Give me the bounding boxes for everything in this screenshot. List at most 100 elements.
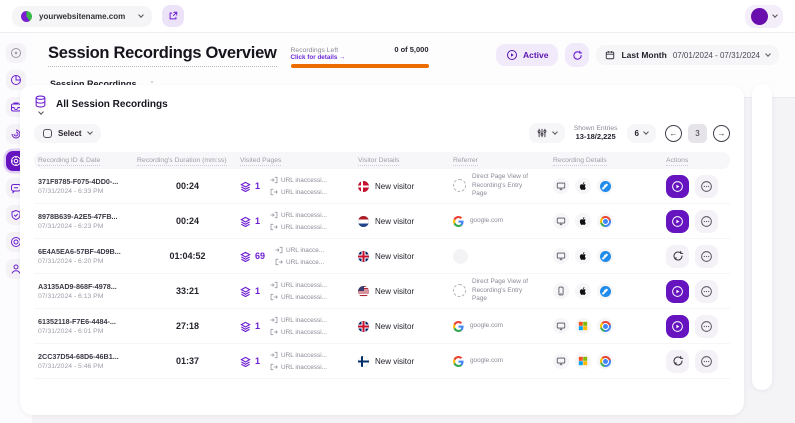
layers-icon (240, 356, 251, 367)
recording-details-cell (551, 283, 664, 299)
date-range-value: 07/01/2024 - 07/31/2024 (673, 51, 760, 60)
top-bar: yourwebsitename.com (0, 0, 795, 33)
more-actions-button[interactable] (695, 315, 718, 338)
recording-details-cell (551, 318, 664, 334)
actions-cell (664, 210, 728, 233)
play-icon (671, 320, 684, 333)
more-actions-button[interactable] (695, 245, 718, 268)
open-website-button[interactable] (162, 5, 184, 27)
device-badge (553, 178, 569, 194)
exit-page[interactable]: URL inaccessi... (270, 328, 327, 336)
entry-page-icon (270, 316, 278, 324)
recordings-left-label: Recordings Left (291, 47, 339, 54)
select-all-control[interactable]: Select (34, 124, 101, 143)
chevron-down-icon (765, 51, 771, 57)
page-header: Session Recordings Overview Recordings L… (32, 33, 795, 72)
calendar-icon (605, 50, 615, 60)
entry-page-icon (270, 211, 278, 219)
layers-icon (240, 251, 251, 262)
exit-page[interactable]: URL inaccessi... (270, 363, 327, 371)
exit-page[interactable]: URL inaccessi... (270, 293, 327, 301)
more-actions-button[interactable] (695, 350, 718, 373)
device-badge (553, 318, 569, 334)
recording-details-cell (551, 178, 664, 194)
chevron-down-icon (772, 12, 778, 18)
entry-page[interactable]: URL inaccessi... (270, 351, 327, 359)
sidebar-item-analytics[interactable] (6, 70, 26, 90)
layers-icon (240, 216, 251, 227)
shown-entries-value: 13-18/2,225 (574, 132, 618, 141)
device-badge (553, 283, 569, 299)
entry-page[interactable]: URL inaccessi... (270, 176, 327, 184)
play-recording-button[interactable] (666, 280, 689, 303)
duration: 01:04:52 (135, 251, 238, 261)
entry-page[interactable]: URL inaccessi... (270, 281, 327, 289)
duration: 01:37 (135, 356, 238, 366)
layers-icon (240, 286, 251, 297)
refresh-button[interactable] (565, 43, 589, 67)
windows-icon (578, 356, 588, 366)
ellipsis-icon (700, 320, 713, 333)
col-referrer: Referrer (453, 157, 478, 166)
website-favicon (21, 11, 32, 22)
entry-page[interactable]: URL inaccessi... (270, 211, 327, 219)
play-recording-button[interactable] (666, 315, 689, 338)
exit-page[interactable]: URL inaccessi... (270, 223, 327, 231)
more-actions-button[interactable] (695, 280, 718, 303)
select-checkbox[interactable] (43, 129, 52, 138)
pages-count: 1 (255, 181, 260, 191)
exit-page[interactable]: URL inacce... (275, 258, 324, 266)
entry-page[interactable]: URL inaccessi... (270, 316, 327, 324)
apple-icon (578, 286, 588, 296)
active-label: Active (523, 50, 549, 60)
browser-badge (597, 283, 613, 299)
entry-page[interactable]: URL inacce... (275, 246, 324, 254)
recording-date: 07/31/2024 - 6:13 PM (38, 293, 135, 300)
current-page[interactable]: 3 (688, 124, 707, 143)
referrer-text: google.com (470, 322, 528, 331)
ellipsis-icon (700, 355, 713, 368)
active-filter-button[interactable]: Active (496, 44, 559, 66)
apple-icon (578, 181, 588, 191)
col-recording-id: Recording ID & Date (38, 157, 100, 166)
exit-page[interactable]: URL inaccessi... (270, 188, 327, 196)
country-flag-icon (358, 181, 369, 192)
layers-icon (240, 321, 251, 332)
country-flag-icon (358, 251, 369, 262)
website-selector[interactable]: yourwebsitename.com (12, 6, 152, 27)
play-recording-button[interactable] (666, 245, 689, 268)
user-menu[interactable] (745, 5, 783, 28)
recordings-source-selector[interactable] (34, 95, 47, 114)
period-label: Last Month (621, 50, 666, 60)
recordings-left-progress-bar (291, 64, 429, 68)
recording-id: 61352118-F7E6-4484-... (38, 317, 135, 326)
sidebar-item-status[interactable] (6, 43, 26, 63)
website-name: yourwebsitename.com (39, 12, 132, 21)
columns-filter-button[interactable] (529, 123, 565, 143)
exit-page-icon (270, 293, 278, 301)
prev-page-button[interactable]: ← (665, 125, 682, 142)
exit-page-icon (275, 258, 283, 266)
recordings-card: All Session Recordings Select Shown Entr… (20, 85, 744, 415)
play-recording-button[interactable] (666, 350, 689, 373)
visitor-type: New visitor (375, 252, 414, 261)
chrome-icon (600, 321, 611, 332)
page-size-select[interactable]: 6 (627, 124, 656, 143)
country-flag-icon (358, 356, 369, 367)
more-actions-button[interactable] (695, 210, 718, 233)
apple-icon (578, 251, 588, 261)
next-page-button[interactable]: → (713, 125, 730, 142)
play-recording-button[interactable] (666, 210, 689, 233)
chevron-down-icon (87, 129, 93, 135)
exit-page-icon (270, 188, 278, 196)
recordings-left-details-link[interactable]: Click for details → (291, 54, 429, 61)
more-actions-button[interactable] (695, 175, 718, 198)
os-badge (575, 353, 591, 369)
date-range-picker[interactable]: Last Month 07/01/2024 - 07/31/2024 (596, 45, 779, 65)
play-recording-button[interactable] (666, 175, 689, 198)
desktop-icon (556, 321, 566, 331)
browser-badge (597, 213, 613, 229)
recording-id: 371F8785-F075-4DD0-... (38, 177, 135, 186)
table-row: A3135AD9-868F-4978...07/31/2024 - 6:13 P… (34, 274, 730, 309)
table-row: 8978B639-A2E5-47FB...07/31/2024 - 6:23 P… (34, 204, 730, 239)
